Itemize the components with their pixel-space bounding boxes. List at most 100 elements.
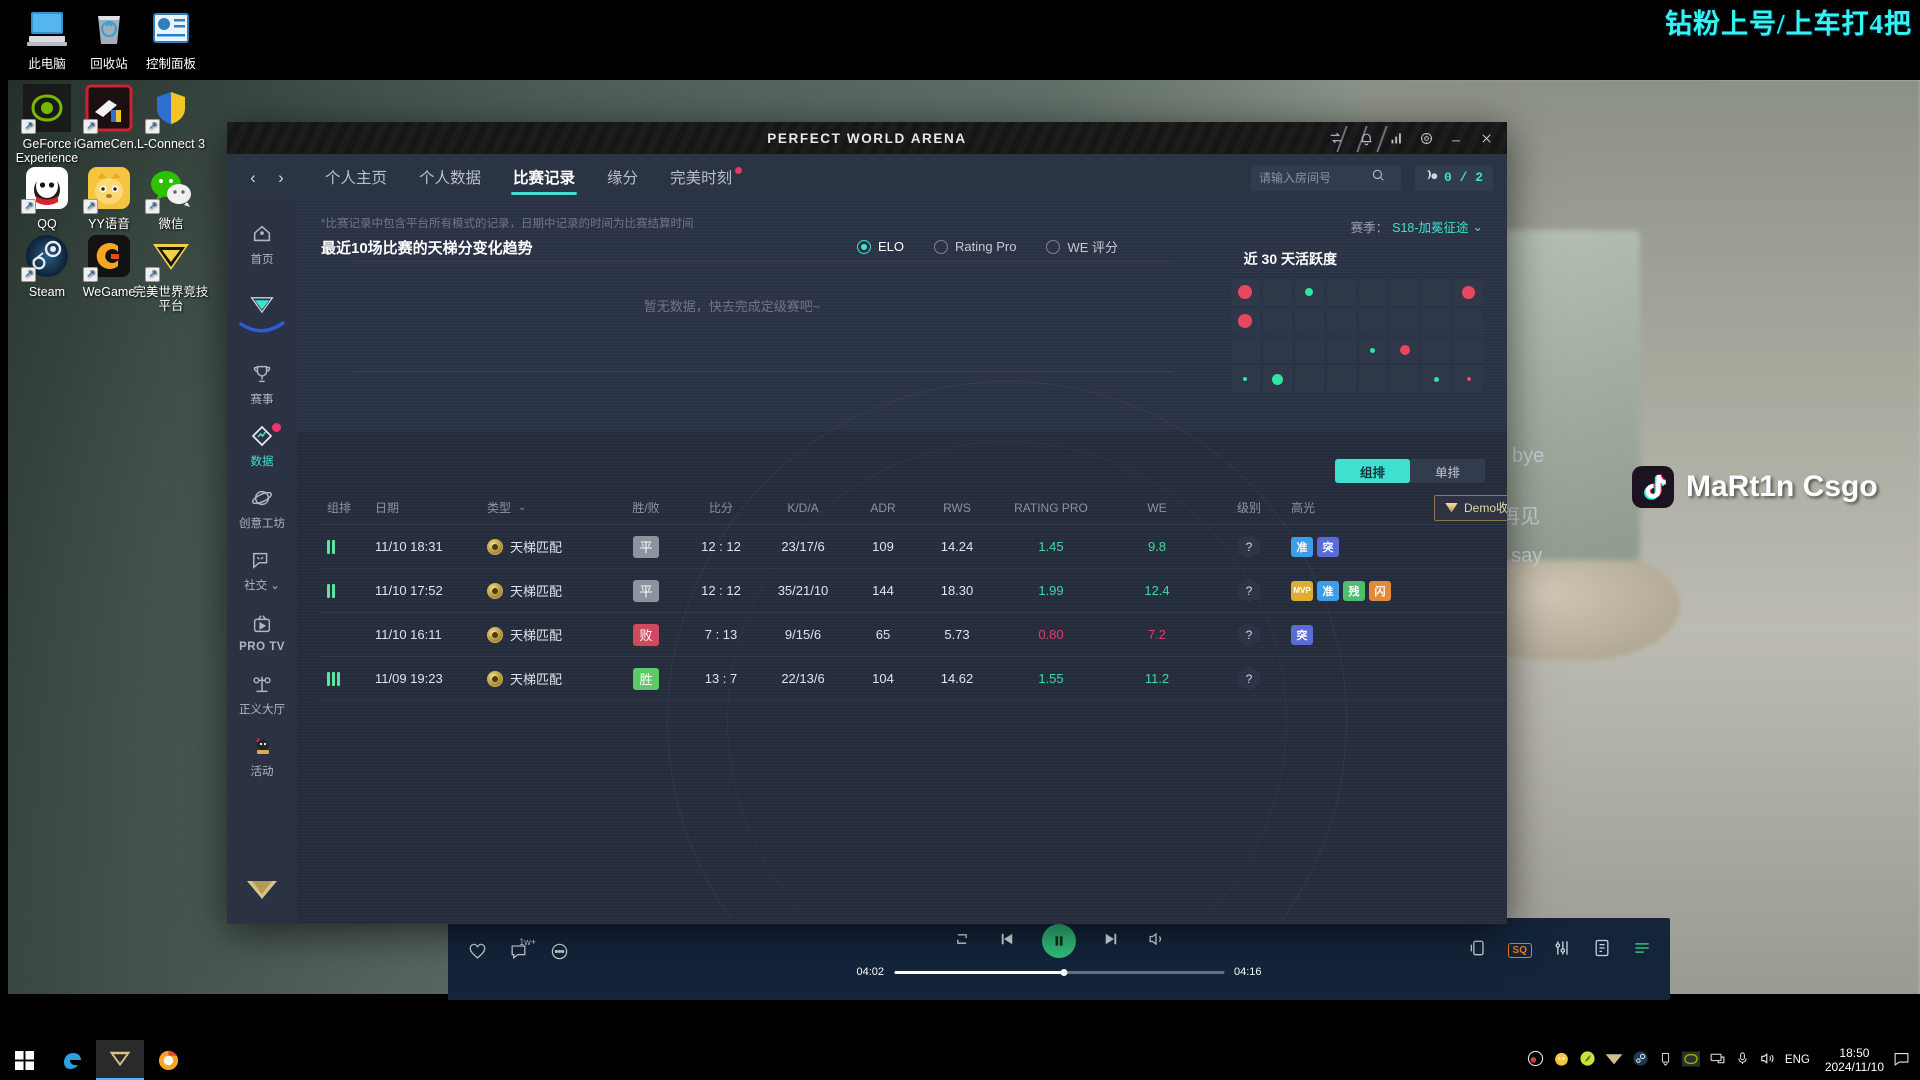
heatmap-cell[interactable] xyxy=(1326,308,1356,334)
progress-slider[interactable] xyxy=(894,968,1224,976)
heatmap-cell[interactable] xyxy=(1422,279,1452,305)
heatmap-cell[interactable] xyxy=(1294,337,1324,363)
radio-we-score[interactable]: WE 评分 xyxy=(1046,237,1118,256)
heatmap-cell[interactable] xyxy=(1326,366,1356,392)
room-search-box[interactable] xyxy=(1250,164,1401,191)
heatmap-cell[interactable] xyxy=(1326,279,1356,305)
chevron-down-icon[interactable]: ⌄ xyxy=(518,502,526,513)
heatmap-cell[interactable] xyxy=(1262,308,1292,334)
demo-collection-button[interactable]: Demo收藏 xyxy=(1433,494,1507,521)
sidebar-item-workshop[interactable]: 创意工坊 xyxy=(227,477,297,539)
previous-track-icon[interactable] xyxy=(998,930,1016,953)
heatmap-cell[interactable] xyxy=(1422,337,1452,363)
season-selector[interactable]: 赛季： S18-加冕征途 ⌄ xyxy=(1351,217,1483,236)
sidebar-item-pro-tv[interactable]: PRO TV xyxy=(227,601,297,663)
mic-icon[interactable] xyxy=(1735,1050,1750,1070)
table-row[interactable]: 11/10 18:31 天梯匹配 平 12 : 12 23/17/6 109 14.24 1.… xyxy=(319,525,1507,569)
level-unknown-badge[interactable]: ? xyxy=(1238,622,1260,647)
signal-icon[interactable] xyxy=(1381,122,1411,154)
tab-perfect-moment[interactable]: 完美时刻 xyxy=(668,154,744,201)
heatmap-cell[interactable] xyxy=(1454,279,1483,305)
volume-icon[interactable] xyxy=(1759,1050,1776,1070)
sidebar-item-home[interactable]: 首页 xyxy=(227,213,297,275)
toggle-team-queue[interactable]: 组排 xyxy=(1335,459,1410,483)
highlight-chip[interactable]: 准 xyxy=(1291,536,1313,557)
taskbar-edge[interactable] xyxy=(48,1040,96,1080)
header-date[interactable]: 日期 xyxy=(375,499,487,516)
heatmap-cell[interactable] xyxy=(1231,279,1260,305)
playlist-icon[interactable] xyxy=(1632,938,1652,963)
sidebar-item-social[interactable]: 社交 ⌄ xyxy=(227,539,297,601)
desktop-lyrics-icon[interactable] xyxy=(1468,938,1488,963)
music-progress[interactable]: 04:02 04:16 xyxy=(856,966,1261,978)
highlight-chip[interactable]: 准 xyxy=(1317,580,1339,601)
heatmap-cell[interactable] xyxy=(1294,308,1324,334)
level-unknown-badge[interactable]: ? xyxy=(1238,578,1260,603)
highlight-chip[interactable]: 闪 xyxy=(1369,580,1391,601)
network-icon[interactable] xyxy=(1709,1050,1726,1070)
minimize-icon[interactable] xyxy=(1441,122,1471,154)
heatmap-cell[interactable] xyxy=(1390,337,1420,363)
sidebar-item-tournament[interactable]: 赛事 xyxy=(227,353,297,415)
heatmap-cell[interactable] xyxy=(1358,308,1388,334)
heart-icon[interactable] xyxy=(468,942,487,966)
language-indicator[interactable]: ENG xyxy=(1785,1054,1810,1066)
search-icon[interactable] xyxy=(1371,168,1385,187)
nav-forward-button[interactable]: › xyxy=(267,154,295,201)
heatmap-cell[interactable] xyxy=(1390,366,1420,392)
heatmap-cell[interactable] xyxy=(1358,337,1388,363)
heatmap-cell[interactable] xyxy=(1262,366,1292,392)
table-row[interactable]: 11/09 19:23 天梯匹配 胜 13 : 7 22/13/6 104 14.62 1.5… xyxy=(319,657,1507,701)
heatmap-cell[interactable] xyxy=(1231,366,1260,392)
taskbar-clock[interactable]: 18:50 2024/11/10 xyxy=(1825,1046,1884,1074)
tab-fate[interactable]: 缘分 xyxy=(605,154,640,201)
toggle-solo-queue[interactable]: 单排 xyxy=(1410,459,1485,483)
action-center-icon[interactable] xyxy=(1893,1050,1910,1070)
heatmap-cell[interactable] xyxy=(1422,308,1452,334)
bell-icon[interactable] xyxy=(1351,122,1381,154)
perfect-world-icon[interactable] xyxy=(1605,1052,1623,1069)
sidebar-item-activity[interactable]: 活动 xyxy=(227,725,297,787)
next-track-icon[interactable] xyxy=(1102,930,1120,953)
tab-match-records[interactable]: 比赛记录 xyxy=(511,154,578,201)
heatmap-cell[interactable] xyxy=(1294,279,1324,305)
table-row[interactable]: 11/10 16:11 天梯匹配 败 7 : 13 9/15/6 65 5.73 0.80 7.… xyxy=(319,613,1507,657)
sidebar-item-justice-hall[interactable]: 正义大厅 xyxy=(227,663,297,725)
pause-button[interactable] xyxy=(1042,924,1076,958)
desktop-icon-wechat[interactable]: 微信 xyxy=(128,164,214,231)
heatmap-cell[interactable] xyxy=(1390,308,1420,334)
share-icon[interactable] xyxy=(1321,122,1351,154)
lyrics-icon[interactable] xyxy=(1592,938,1612,963)
obs-icon[interactable] xyxy=(1527,1050,1544,1070)
heatmap-cell[interactable] xyxy=(1454,366,1483,392)
repeat-icon[interactable] xyxy=(952,929,972,954)
nav-back-button[interactable]: ‹ xyxy=(239,154,267,201)
nvidia-icon[interactable] xyxy=(1681,1051,1700,1070)
sidebar-item-game[interactable] xyxy=(227,275,297,353)
desktop-icon-l-connect[interactable]: L-Connect 3 xyxy=(128,84,214,151)
highlight-chip[interactable]: 突 xyxy=(1291,624,1313,645)
desktop-icon-control-panel[interactable]: 控制面板 xyxy=(128,4,214,71)
tab-personal-data[interactable]: 个人数据 xyxy=(417,154,483,201)
header-type[interactable]: 类型 ⌄ xyxy=(487,499,609,516)
heatmap-cell[interactable] xyxy=(1231,308,1260,334)
usb-icon[interactable] xyxy=(1658,1051,1673,1070)
heatmap-cell[interactable] xyxy=(1422,366,1452,392)
highlight-chip[interactable]: 突 xyxy=(1317,536,1339,557)
heatmap-cell[interactable] xyxy=(1358,366,1388,392)
yy-icon[interactable] xyxy=(1553,1050,1570,1070)
highlight-chip[interactable]: 残 xyxy=(1343,580,1365,601)
heatmap-cell[interactable] xyxy=(1294,366,1324,392)
radio-elo[interactable]: ELO xyxy=(857,239,904,254)
heatmap-cell[interactable] xyxy=(1454,308,1483,334)
tab-personal-home[interactable]: 个人主页 xyxy=(323,154,389,201)
equalizer-icon[interactable] xyxy=(1552,938,1572,963)
progress-knob[interactable] xyxy=(1060,968,1067,976)
desktop-icon-perfect-world-arena[interactable]: 完美世界竞技平台 xyxy=(128,232,214,313)
settings-icon[interactable] xyxy=(1411,122,1441,154)
sidebar-item-data[interactable]: 数据 xyxy=(227,415,297,477)
steam-icon[interactable] xyxy=(1632,1050,1649,1070)
heatmap-cell[interactable] xyxy=(1326,337,1356,363)
comment-icon[interactable]: 1w+ xyxy=(509,937,536,966)
highlight-chip[interactable]: MVP xyxy=(1291,580,1313,601)
